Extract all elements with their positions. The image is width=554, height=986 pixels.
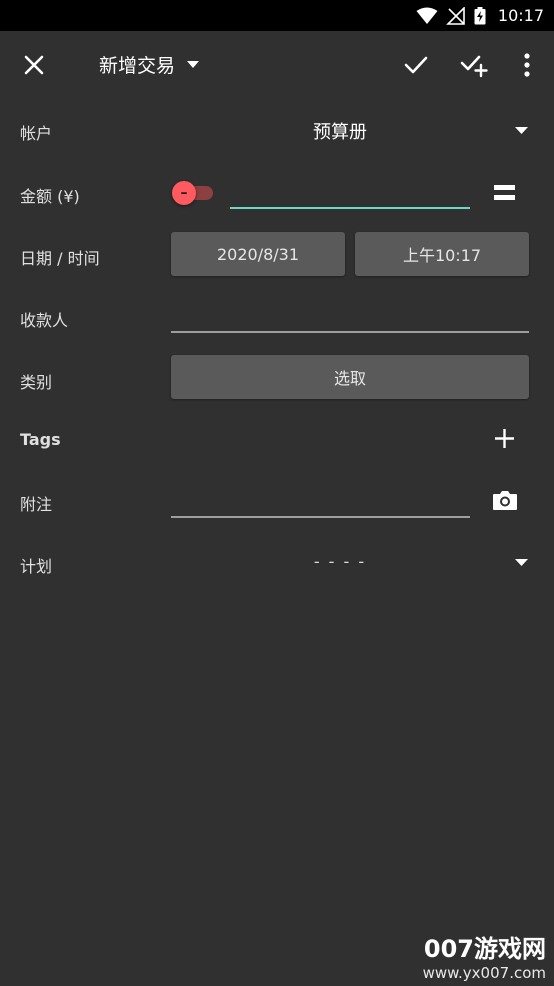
page-title: 新增交易 [99,55,176,77]
amount-sign-toggle-thumb[interactable]: – [172,181,196,205]
time-button[interactable]: 上午10:17 [355,232,529,276]
check-icon[interactable] [402,51,430,79]
transaction-type-dropdown[interactable]: 新增交易 [99,51,200,78]
battery-charging-icon [474,6,486,24]
watermark-url: www.yx007.com [422,964,546,982]
notes-label: 附注 [20,495,53,514]
calculator-equals-icon[interactable] [494,184,515,201]
plan-caret-down-icon[interactable] [515,559,528,566]
watermark: 007游戏网 www.yx007.com [423,929,546,982]
account-select[interactable]: 预算册 [0,118,554,144]
plan-select[interactable]: - - - - [0,552,554,571]
watermark-site-name: 007游戏网 [423,935,546,963]
no-signal-icon [445,6,465,25]
toolbar: 新增交易 [0,31,554,99]
wifi-icon [416,7,438,24]
payee-input[interactable] [171,331,529,333]
save-and-new-icon[interactable] [460,51,488,79]
more-options-icon[interactable] [513,51,541,79]
close-icon[interactable] [22,53,46,77]
camera-icon[interactable] [492,489,518,511]
amount-input[interactable] [230,207,470,209]
amount-label: 金额 (¥) [20,187,80,206]
date-button[interactable]: 2020/8/31 [171,232,345,276]
notes-input[interactable] [171,516,470,518]
tags-label: Tags [20,430,61,449]
payee-label: 收款人 [20,311,69,330]
caret-down-icon [187,61,200,68]
account-caret-down-icon[interactable] [515,127,528,134]
status-time: 10:17 [497,6,544,25]
category-label: 类别 [20,373,53,392]
datetime-label: 日期 / 时间 [20,249,100,268]
add-tag-plus-icon[interactable] [495,429,514,448]
status-bar: 10:17 [0,0,554,31]
category-select-button[interactable]: 选取 [171,355,529,399]
